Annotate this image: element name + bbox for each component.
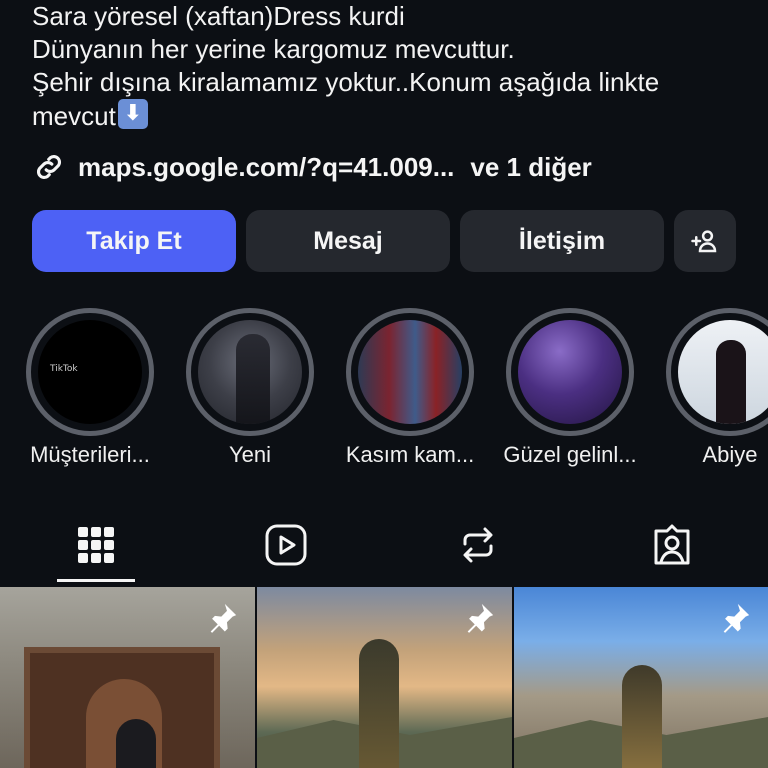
bio-line-text: mevcut [32, 101, 116, 131]
highlight-label: Kasım kam... [345, 442, 475, 467]
highlight-item[interactable]: Abiye [666, 308, 768, 467]
add-user-icon [691, 230, 717, 253]
profile-bio: Sara yöresel (xaftan)Dress kurdi Dünyanı… [32, 0, 752, 133]
highlight-label: Güzel gelinl... [503, 442, 637, 467]
highlight-item[interactable]: TikTok Müşterileri... [26, 308, 154, 467]
bio-line: Sara yöresel (xaftan)Dress kurdi [32, 1, 405, 31]
active-tab-indicator [57, 579, 135, 582]
highlight-label: Yeni [228, 442, 272, 467]
highlight-thumbnail [358, 320, 462, 424]
link-url[interactable]: maps.google.com/?q=41.009... [78, 152, 454, 183]
tab-grid[interactable] [66, 520, 126, 570]
pin-icon [210, 603, 237, 633]
highlight-ring [666, 308, 768, 436]
reels-icon [265, 524, 307, 566]
highlight-ring [506, 308, 634, 436]
profile-tabs [0, 510, 768, 586]
highlight-label: Abiye [702, 442, 758, 467]
grid-icon [78, 527, 114, 563]
link-more[interactable]: ve 1 diğer [470, 152, 591, 183]
bio-line: Dünyanın her yerine kargomuz mevcuttur. [32, 34, 515, 64]
bio-line-last: mevcut [32, 99, 752, 133]
highlight-item[interactable]: Güzel gelinl... [503, 308, 637, 467]
profile-link[interactable]: maps.google.com/?q=41.009... ve 1 diğer [32, 148, 592, 186]
highlight-thumbnail: TikTok [38, 320, 142, 424]
highlight-item[interactable]: Yeni [186, 308, 314, 467]
highlight-thumb-text: TikTok [50, 364, 78, 374]
bio-line: Şehir dışına kiralamamız yoktur..Konum a… [32, 67, 660, 97]
highlight-ring [346, 308, 474, 436]
post-image-person [116, 719, 156, 768]
tab-reposts[interactable] [448, 520, 508, 570]
highlight-thumbnail [518, 320, 622, 424]
down-arrow-emoji-icon [117, 99, 148, 129]
highlight-thumbnail [678, 320, 768, 424]
link-icon [36, 154, 62, 180]
highlight-ring: TikTok [26, 308, 154, 436]
post-thumbnail[interactable] [514, 587, 768, 768]
post-image-person [622, 665, 662, 768]
tab-tagged[interactable] [642, 520, 702, 570]
post-image-person [359, 639, 399, 768]
post-thumbnail[interactable] [257, 587, 512, 768]
tagged-icon [654, 524, 690, 565]
pin-icon [723, 603, 750, 633]
post-thumbnail[interactable] [0, 587, 255, 768]
pin-icon [467, 603, 494, 633]
highlight-item[interactable]: Kasım kam... [346, 308, 474, 467]
tab-reels[interactable] [256, 520, 316, 570]
highlight-label: Müşterileri... [30, 442, 150, 467]
highlight-thumbnail [198, 320, 302, 424]
highlight-ring [186, 308, 314, 436]
contact-button[interactable]: İletişim [460, 210, 664, 272]
posts-grid [0, 587, 768, 768]
add-user-button[interactable] [674, 210, 736, 272]
repost-icon [463, 527, 493, 563]
message-button[interactable]: Mesaj [246, 210, 450, 272]
follow-button[interactable]: Takip Et [32, 210, 236, 272]
